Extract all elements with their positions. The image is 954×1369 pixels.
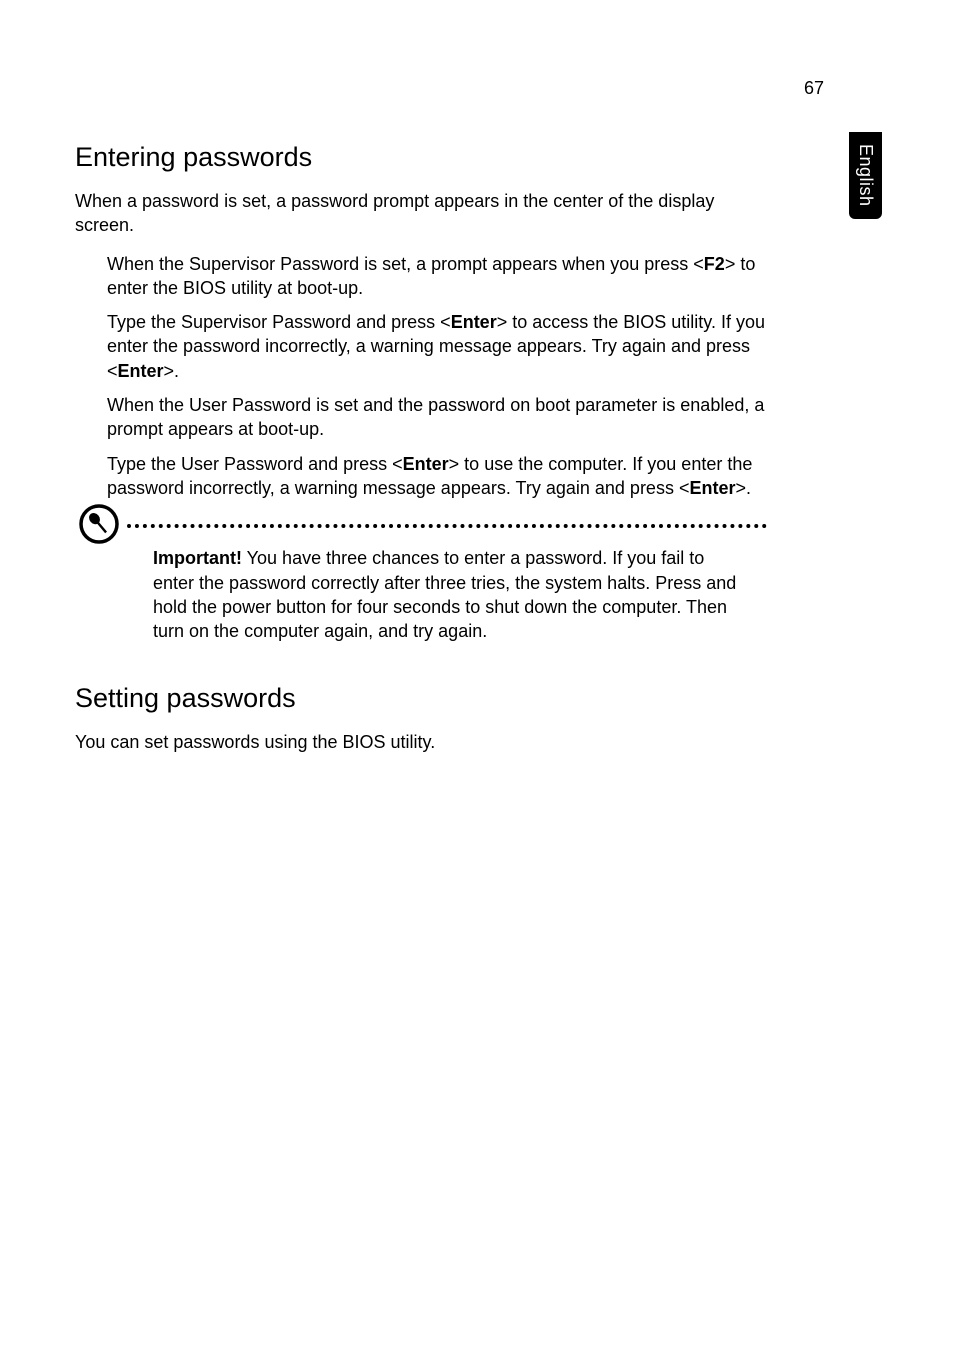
setting-passwords-section: Setting passwords You can set passwords …: [75, 683, 775, 754]
intro-text: When a password is set, a password promp…: [75, 189, 775, 238]
list-item: When the Supervisor Password is set, a p…: [107, 252, 775, 301]
note-text: Important! You have three chances to ent…: [153, 546, 749, 643]
important-note: Important! You have three chances to ent…: [75, 524, 775, 643]
key-name: Enter: [118, 361, 164, 381]
text-fragment: >.: [735, 478, 751, 498]
instruction-list: When the Supervisor Password is set, a p…: [107, 252, 775, 501]
list-item: Type the Supervisor Password and press <…: [107, 310, 775, 383]
text-fragment: Type the Supervisor Password and press <: [107, 312, 451, 332]
note-label: Important!: [153, 548, 242, 568]
list-item: Type the User Password and press <Enter>…: [107, 452, 775, 501]
page-number: 67: [804, 78, 824, 99]
pin-icon: [77, 502, 121, 551]
key-name: F2: [704, 254, 725, 274]
list-item: When the User Password is set and the pa…: [107, 393, 775, 442]
key-name: Enter: [451, 312, 497, 332]
key-name: Enter: [689, 478, 735, 498]
key-name: Enter: [403, 454, 449, 474]
text-fragment: When the Supervisor Password is set, a p…: [107, 254, 704, 274]
setting-intro: You can set passwords using the BIOS uti…: [75, 730, 775, 754]
text-fragment: When the User Password is set and the pa…: [107, 395, 764, 439]
heading-setting-passwords: Setting passwords: [75, 683, 775, 714]
content-area: Entering passwords When a password is se…: [75, 142, 775, 769]
language-tab: English: [849, 132, 882, 219]
dotted-divider: [127, 524, 767, 532]
text-fragment: >.: [164, 361, 180, 381]
heading-entering-passwords: Entering passwords: [75, 142, 775, 173]
text-fragment: Type the User Password and press <: [107, 454, 403, 474]
